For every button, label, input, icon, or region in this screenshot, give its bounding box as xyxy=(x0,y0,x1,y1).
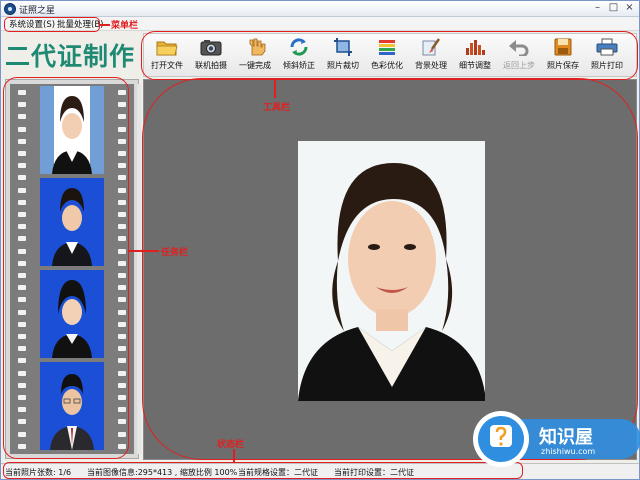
app-logo-text: 二代证制作 xyxy=(5,42,136,71)
statusbar-annotation: 状态栏 xyxy=(217,440,245,450)
watermark-url: zhishiwu.com xyxy=(541,447,596,456)
task-pane-scrollbar[interactable] xyxy=(137,84,141,454)
toolbar-highlight xyxy=(141,31,638,80)
minimize-button[interactable]: – xyxy=(592,3,603,14)
statusbar-arrow xyxy=(233,449,235,463)
close-button[interactable]: × xyxy=(624,3,635,14)
app-window: 证照之星 – □ × 系统设置(S) 批量处理(B) 二代证制作 打开文件 联机… xyxy=(0,0,640,480)
canvas-highlight xyxy=(142,78,638,460)
watermark: 知识屋 zhishiwu.com xyxy=(469,407,640,469)
app-logo-icon xyxy=(4,3,16,15)
menubar-arrow xyxy=(100,24,110,26)
maximize-button[interactable]: □ xyxy=(608,3,619,14)
menubar-annotation: 菜单栏 xyxy=(111,21,139,31)
menubar-highlight xyxy=(4,17,100,32)
watermark-brand: 知识屋 xyxy=(539,427,593,448)
window-title: 证照之星 xyxy=(19,6,56,16)
statusbar-highlight xyxy=(3,462,523,479)
title-bar[interactable]: 证照之星 – □ × xyxy=(1,1,639,17)
taskpane-highlight xyxy=(3,77,129,459)
